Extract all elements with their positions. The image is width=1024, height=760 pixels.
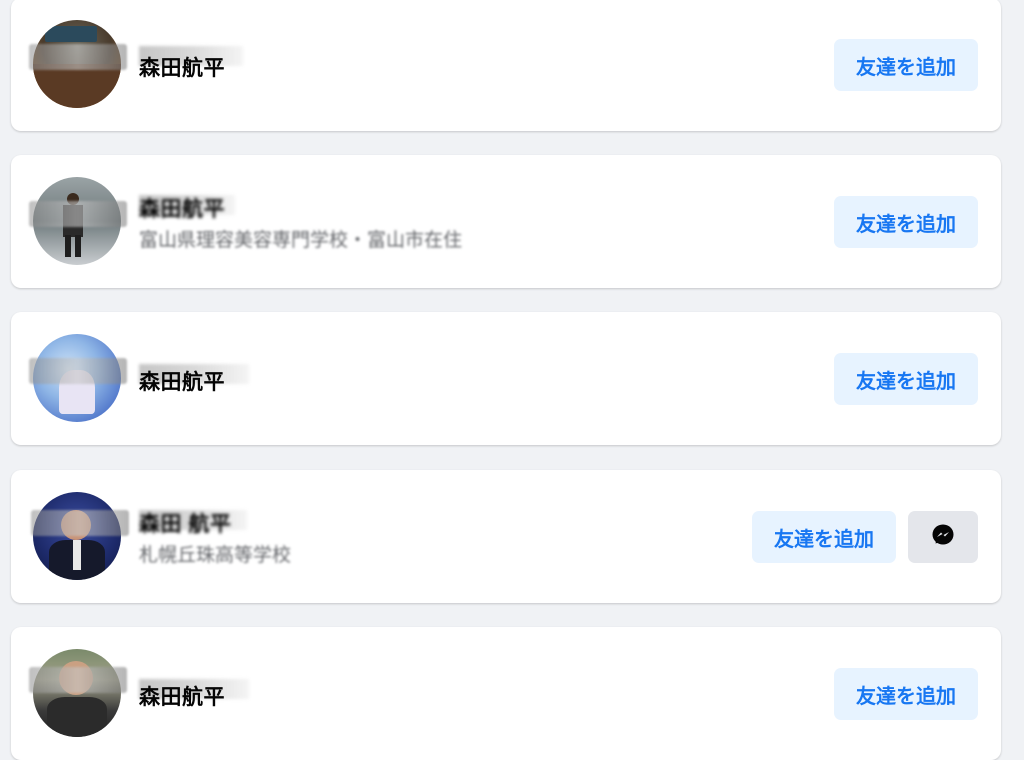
avatar-blur [29, 44, 127, 70]
message-button[interactable] [908, 511, 978, 563]
friend-subtitle: 富山県理容美容専門学校・富山市在住 [139, 230, 463, 251]
avatar[interactable] [33, 492, 121, 580]
friend-suggestion-card: 森田航平 友達を追加 [11, 627, 1001, 760]
messenger-icon [931, 523, 955, 552]
friend-suggestion-card: 森田航平 友達を追加 [11, 312, 1001, 445]
add-friend-button[interactable]: 友達を追加 [834, 668, 978, 720]
friend-suggestion-card: 森田航平 富山県理容美容専門学校・富山市在住 友達を追加 [11, 155, 1001, 288]
friend-name[interactable]: 森田航平 [139, 193, 225, 223]
avatar-blur [29, 201, 127, 227]
add-friend-button[interactable]: 友達を追加 [834, 39, 978, 91]
friend-name[interactable]: 森田航平 [139, 681, 225, 711]
friend-suggestion-card: 森田航平 友達を追加 [11, 0, 1001, 131]
friend-name[interactable]: 森田航平 [139, 52, 225, 82]
friend-subtitle: 札幌丘珠高等学校 [139, 545, 292, 566]
friend-name[interactable]: 森田航平 [139, 366, 225, 396]
avatar-blur [29, 667, 127, 693]
avatar-blur [29, 358, 127, 384]
avatar-blur [31, 510, 129, 536]
friend-suggestion-card: 森田 航平 札幌丘珠高等学校 友達を追加 [11, 470, 1001, 603]
add-friend-button[interactable]: 友達を追加 [834, 353, 978, 405]
avatar[interactable] [33, 649, 121, 737]
add-friend-button[interactable]: 友達を追加 [752, 511, 896, 563]
friend-name[interactable]: 森田 航平 [139, 508, 231, 538]
add-friend-button[interactable]: 友達を追加 [834, 196, 978, 248]
